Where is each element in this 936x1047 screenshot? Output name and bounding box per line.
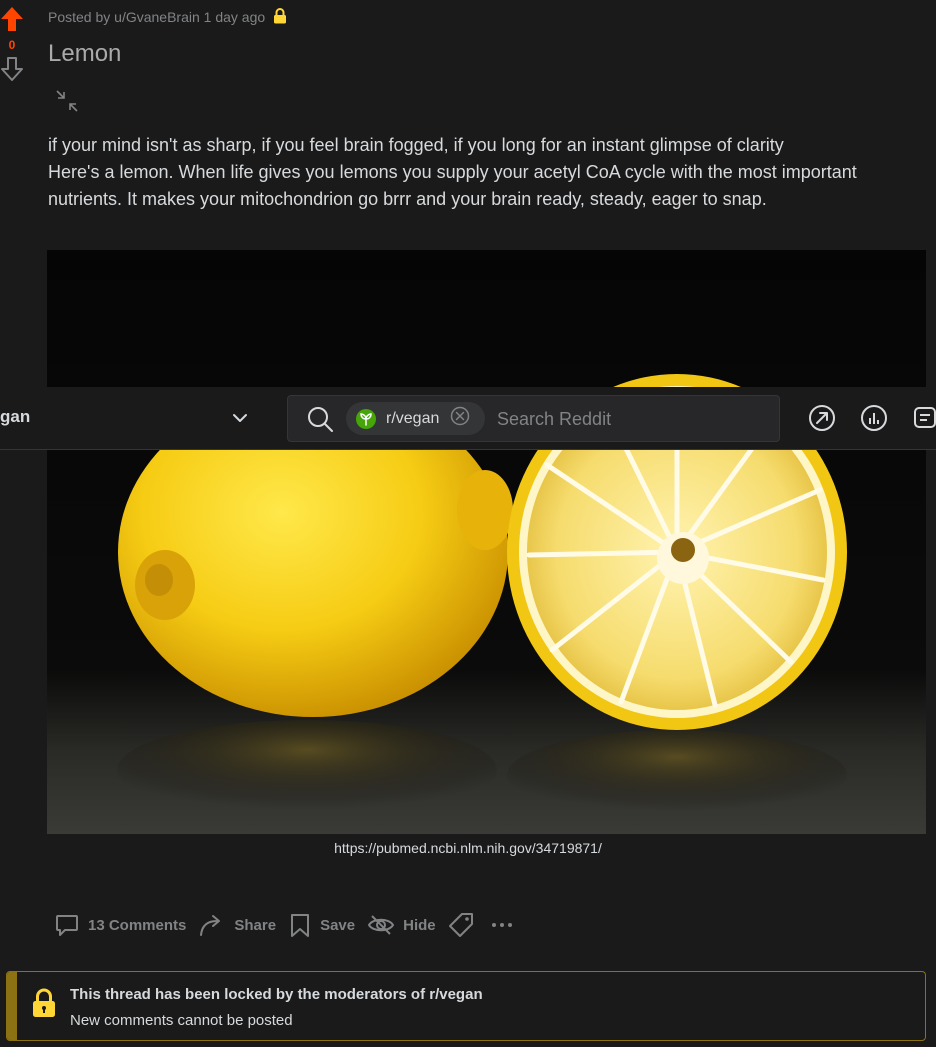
hide-label: Hide xyxy=(403,916,436,934)
community-search-chip[interactable]: r/vegan xyxy=(346,402,485,435)
post-page: 0 Posted by u/GvaneBrain 1 day ago Lemon… xyxy=(0,0,936,1047)
tag-button[interactable] xyxy=(442,906,482,944)
post-body-line: if your mind isn't as sharp, if you feel… xyxy=(48,135,784,155)
locked-title: This thread has been locked by the moder… xyxy=(70,986,483,1003)
search-icon xyxy=(306,405,334,438)
chip-label: r/vegan xyxy=(386,409,440,427)
upvote-button[interactable] xyxy=(0,6,24,32)
tag-icon xyxy=(448,913,473,937)
top-header-bar: gan r/vegan xyxy=(0,387,936,450)
lock-icon xyxy=(31,988,57,1023)
post-image[interactable] xyxy=(47,250,926,834)
post-body-line: Here's a lemon. When life gives you lemo… xyxy=(48,162,857,209)
community-name-fragment[interactable]: gan xyxy=(0,407,30,427)
share-button[interactable]: Share xyxy=(192,906,282,944)
comments-label: 13 Comments xyxy=(88,916,187,934)
post-time[interactable]: 1 day ago xyxy=(204,9,266,25)
share-icon xyxy=(200,915,221,936)
locked-subtitle: New comments cannot be posted xyxy=(70,1012,293,1029)
stats-icon[interactable] xyxy=(860,404,888,437)
clear-chip-icon[interactable] xyxy=(450,406,470,431)
more-icon xyxy=(491,923,512,927)
lemons-image xyxy=(47,250,926,834)
vote-column: 0 xyxy=(0,6,24,82)
downvote-arrow-icon xyxy=(1,57,23,81)
comments-button[interactable]: 13 Comments xyxy=(48,906,192,944)
vote-score: 0 xyxy=(8,38,16,52)
chevron-down-icon[interactable] xyxy=(231,409,249,432)
save-button[interactable]: Save xyxy=(282,906,361,944)
post-body: if your mind isn't as sharp, if you feel… xyxy=(48,132,928,213)
post-title[interactable]: Lemon xyxy=(48,38,121,70)
chat-icon[interactable] xyxy=(910,404,936,437)
downvote-button[interactable] xyxy=(0,56,24,82)
search-input[interactable] xyxy=(495,406,769,432)
source-link[interactable]: https://pubmed.ncbi.nlm.nih.gov/34719871… xyxy=(0,839,936,857)
save-label: Save xyxy=(320,916,356,934)
post-action-bar: 13 Comments Share Save Hide xyxy=(48,906,522,944)
eye-slash-icon xyxy=(367,915,395,935)
upvote-arrow-icon xyxy=(1,7,23,31)
post-meta: Posted by u/GvaneBrain 1 day ago xyxy=(48,8,287,28)
popular-arrow-icon[interactable] xyxy=(808,404,836,437)
bookmark-icon xyxy=(291,914,310,937)
more-options-button[interactable] xyxy=(482,906,522,944)
banner-stripe xyxy=(7,972,17,1040)
share-label: Share xyxy=(234,916,277,934)
hide-button[interactable]: Hide xyxy=(361,906,442,944)
author-link[interactable]: u/GvaneBrain xyxy=(114,9,200,25)
comment-icon xyxy=(56,915,78,936)
community-avatar-icon xyxy=(356,408,376,429)
posted-by-label: Posted by xyxy=(48,9,111,25)
collapse-icon[interactable] xyxy=(54,88,80,114)
search-bar[interactable]: r/vegan xyxy=(287,395,780,442)
lock-icon xyxy=(273,8,287,28)
locked-thread-banner: This thread has been locked by the moder… xyxy=(6,971,926,1041)
